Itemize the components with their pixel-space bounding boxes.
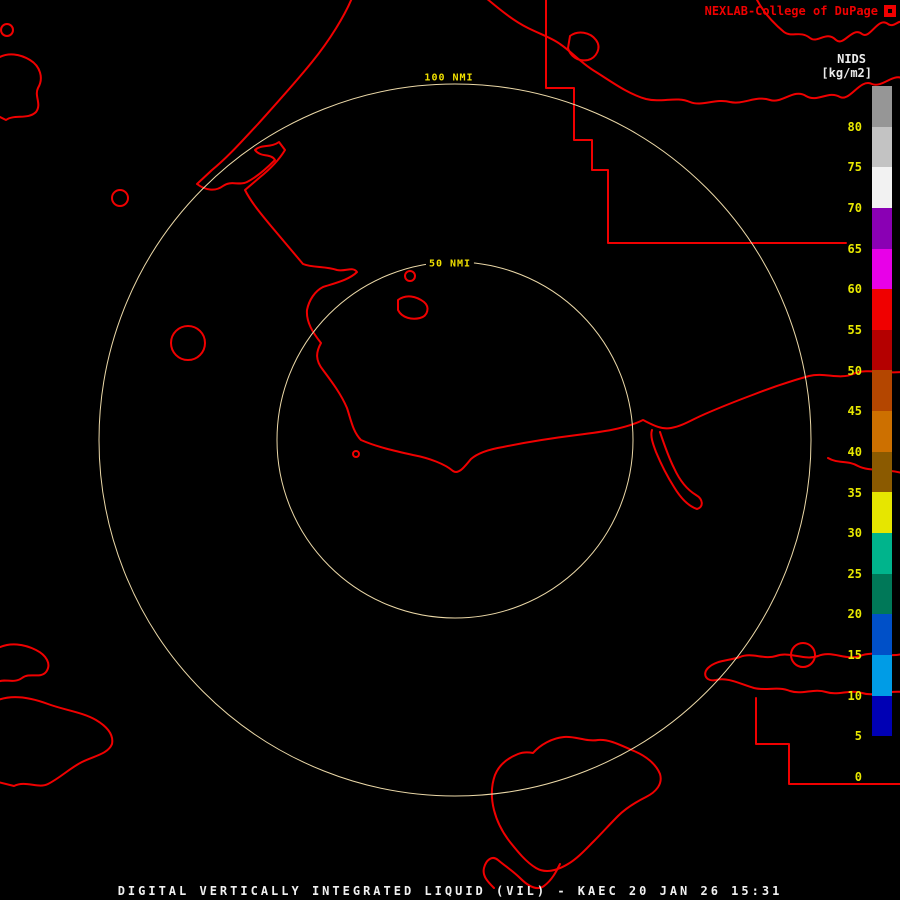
colorbar-tick-30: 30 (847, 526, 862, 541)
colorbar-segment-80-85 (872, 86, 892, 127)
island-top-left-corner (0, 53, 42, 121)
island-top-right-small (567, 31, 600, 62)
colorbar-segment-0-5 (872, 736, 892, 777)
colorbar-tick-65: 65 (847, 241, 862, 256)
range-ring-label-50nmi: 50 NMI (425, 258, 475, 270)
colorbar-segment-25-30 (872, 533, 892, 574)
colorbar-tick-35: 35 (847, 485, 862, 500)
colorbar-tick-0: 0 (854, 770, 862, 785)
colorbar-segment-35-40 (872, 451, 892, 493)
colorbar-tick-55: 55 (847, 322, 862, 337)
range-ring-50nmi (276, 261, 634, 619)
coastline-peninsula-east (650, 429, 703, 510)
colorbar-ticks: 80 75 70 65 60 55 50 45 40 35 30 25 20 15 10 5 0 (820, 86, 862, 786)
colorbar-tick-80: 80 (847, 119, 862, 134)
colorbar-segment-60-65 (872, 248, 892, 290)
coastline-left-middle (0, 643, 50, 683)
colorbar-segment-65-70 (872, 207, 892, 249)
colorbar-tick-5: 5 (854, 729, 862, 744)
colorbar-segment-75-80 (872, 126, 892, 168)
colorbar-tick-70: 70 (847, 200, 862, 215)
island-center-dot (352, 450, 360, 458)
colorbar-tick-25: 25 (847, 566, 862, 581)
colorbar-tick-50: 50 (847, 363, 862, 378)
colorbar-segment-30-35 (872, 492, 892, 534)
colorbar-segment-5-10 (872, 695, 892, 737)
colorbar-tick-40: 40 (847, 444, 862, 459)
colorbar-segment-20-25 (872, 573, 892, 615)
coastline-main-west (196, 0, 900, 473)
footer-caption: DIGITAL VERTICALLY INTEGRATED LIQUID (VI… (117, 884, 783, 898)
colorbar-units-label: [kg/m2] (821, 66, 872, 80)
coastline-right-lower (704, 652, 900, 696)
landmass-bottom-center (490, 735, 662, 872)
range-ring-100nmi (98, 83, 812, 797)
island-circle (170, 325, 206, 361)
colorbar-tick-60: 60 (847, 282, 862, 297)
colorbar (872, 86, 892, 777)
range-ring-label-100nmi: 100 NMI (421, 72, 477, 84)
colorbar-tick-75: 75 (847, 160, 862, 175)
colorbar-segment-45-50 (872, 370, 892, 412)
map-svg (0, 0, 900, 889)
landmass-bottom-left (0, 696, 114, 787)
island-inner-blob (397, 295, 429, 320)
colorbar-segment-70-75 (872, 167, 892, 208)
header-brand: NEXLAB-College of DuPage (704, 4, 878, 18)
island-small-circle (111, 189, 129, 207)
island-top-left-dot (0, 23, 14, 37)
colorbar-segment-40-45 (872, 411, 892, 452)
colorbar-segment-10-15 (872, 654, 892, 696)
colorbar-segment-50-55 (872, 329, 892, 371)
island-inner-dot (404, 270, 416, 282)
colorbar-segment-15-20 (872, 614, 892, 655)
colorbar-segment-55-60 (872, 289, 892, 330)
colorbar-tick-10: 10 (847, 688, 862, 703)
map-outlines (0, 0, 900, 889)
colorbar-tick-15: 15 (847, 648, 862, 663)
colorbar-product-label: NIDS (837, 52, 866, 66)
colorbar-tick-45: 45 (847, 404, 862, 419)
radar-display-root: { "header": { "brand": "NEXLAB-College o… (0, 0, 900, 900)
colorbar-tick-20: 20 (847, 607, 862, 622)
cod-logo-icon (884, 5, 896, 17)
